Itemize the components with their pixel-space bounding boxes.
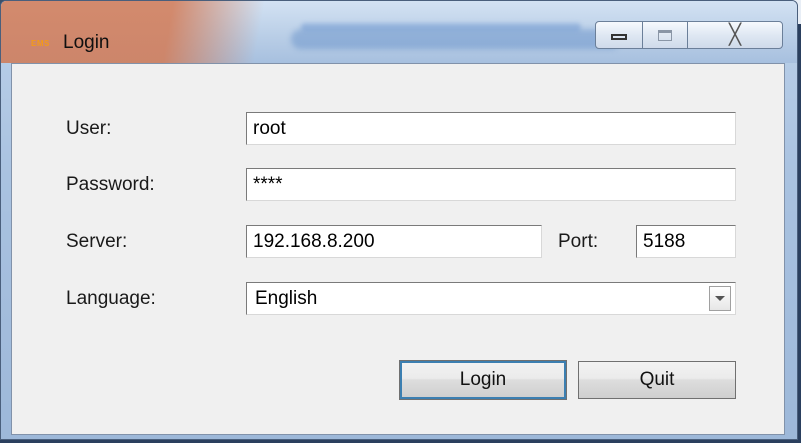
minimize-icon	[611, 34, 627, 40]
language-select-value: English	[255, 288, 318, 309]
login-dialog: EMS Login ╳ User: Password: Server: Port…	[0, 0, 798, 440]
close-button[interactable]: ╳	[687, 21, 783, 49]
user-label: User:	[66, 118, 112, 139]
minimize-button[interactable]	[595, 21, 643, 49]
port-field[interactable]	[636, 225, 736, 258]
window-title: Login	[63, 32, 110, 53]
server-label: Server:	[66, 231, 128, 252]
port-label: Port:	[558, 231, 599, 252]
quit-button[interactable]: Quit	[578, 361, 736, 399]
maximize-icon	[658, 29, 672, 41]
chevron-down-icon	[715, 296, 725, 301]
title-bar[interactable]: EMS Login ╳	[1, 1, 797, 63]
server-field[interactable]	[246, 225, 542, 258]
close-icon: ╳	[728, 24, 742, 46]
language-select[interactable]: English	[246, 282, 736, 315]
maximize-button[interactable]	[642, 21, 688, 49]
password-label: Password:	[66, 174, 155, 195]
language-label: Language:	[66, 288, 156, 309]
login-form: User: Password: Server: Port: Language: …	[11, 63, 785, 435]
login-button[interactable]: Login	[399, 360, 567, 400]
language-dropdown-button[interactable]	[709, 286, 731, 311]
title-glass-reflection-2	[291, 29, 621, 49]
user-field[interactable]	[246, 112, 736, 145]
app-logo-icon: EMS	[31, 39, 50, 48]
password-field[interactable]	[246, 168, 736, 201]
